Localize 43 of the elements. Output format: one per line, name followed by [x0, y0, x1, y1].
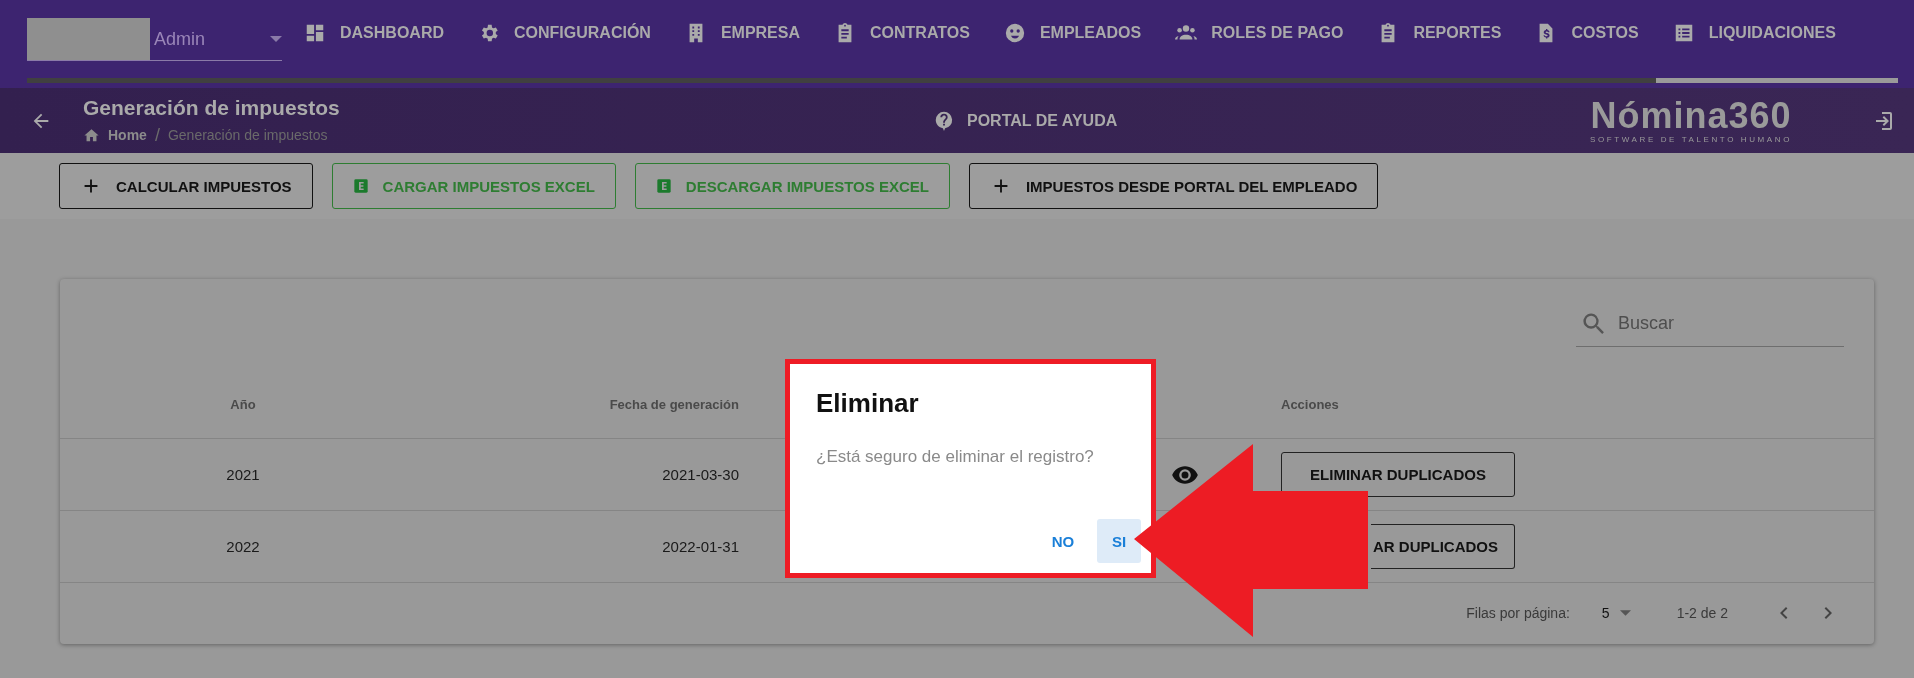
dialog-message: ¿Está seguro de eliminar el registro? — [816, 447, 1095, 467]
nav-tab[interactable]: DASHBOARD — [287, 0, 461, 83]
page-title: Generación de impuestos — [83, 95, 341, 120]
dialog-button[interactable]: NO — [1041, 519, 1085, 563]
nav-tab[interactable]: EMPLEADOS — [986, 0, 1159, 83]
column-header: Acciones — [1280, 396, 1340, 412]
nav-tab[interactable]: REPORTES — [1360, 0, 1519, 83]
nav-tab[interactable]: ROLES DE PAGO — [1158, 0, 1361, 83]
toolbar-button[interactable]: CALCULAR IMPUESTOS — [59, 163, 313, 209]
logo-tagline: SOFTWARE DE TALENTO HUMANO — [1590, 135, 1792, 144]
nav-tab[interactable]: EMPRESA — [667, 0, 817, 83]
caret-icon — [270, 36, 282, 42]
nav-tab[interactable]: COSTOS — [1518, 0, 1656, 83]
user-select[interactable]: Admin — [27, 18, 282, 61]
help-icon — [933, 109, 955, 132]
search-field[interactable]: Buscar — [1616, 312, 1820, 335]
table-cell-text: 2021 — [225, 466, 261, 483]
spreadsheet-icon — [352, 178, 369, 194]
caret-icon — [1619, 610, 1631, 616]
column-header: Fecha de generación — [608, 396, 739, 412]
page-range: 1-2 de 2 — [1676, 605, 1728, 621]
rows-per-page-select[interactable]: 5 — [1595, 604, 1637, 622]
breadcrumb-link[interactable]: Home — [83, 126, 147, 144]
table-cell-text: 2022 — [225, 538, 261, 555]
dialog-button[interactable]: SI — [1097, 519, 1141, 563]
table-cell-text: 2022-01-31 — [661, 538, 739, 555]
breadcrumb-current: Generación de impuestos — [167, 127, 328, 143]
face-icon — [1003, 22, 1026, 44]
dialog-title: Eliminar — [816, 388, 920, 419]
action-button[interactable]: AR DUPLICADOS — [1371, 524, 1515, 569]
nav-tab[interactable]: CONFIGURACIÓN — [461, 0, 668, 83]
help-link[interactable]: PORTAL DE AYUDA — [933, 109, 1118, 132]
rows-per-page-label: Filas por página: — [1466, 605, 1570, 621]
home-icon — [83, 126, 100, 144]
dashboard-icon — [304, 22, 326, 44]
column-header: Año — [229, 396, 257, 412]
breadcrumb-separator: / — [154, 124, 160, 146]
nav-tab[interactable]: CONTRATOS — [817, 0, 987, 83]
spreadsheet-icon — [655, 178, 672, 194]
logo-name: Nómina360 — [1590, 97, 1792, 135]
toolbar-button[interactable]: IMPUESTOS DESDE PORTAL DEL EMPLEADO — [968, 163, 1379, 209]
table-cell-text: 2021-03-30 — [661, 466, 739, 483]
nav-tab[interactable]: LIQUIDACIONES — [1655, 0, 1898, 83]
